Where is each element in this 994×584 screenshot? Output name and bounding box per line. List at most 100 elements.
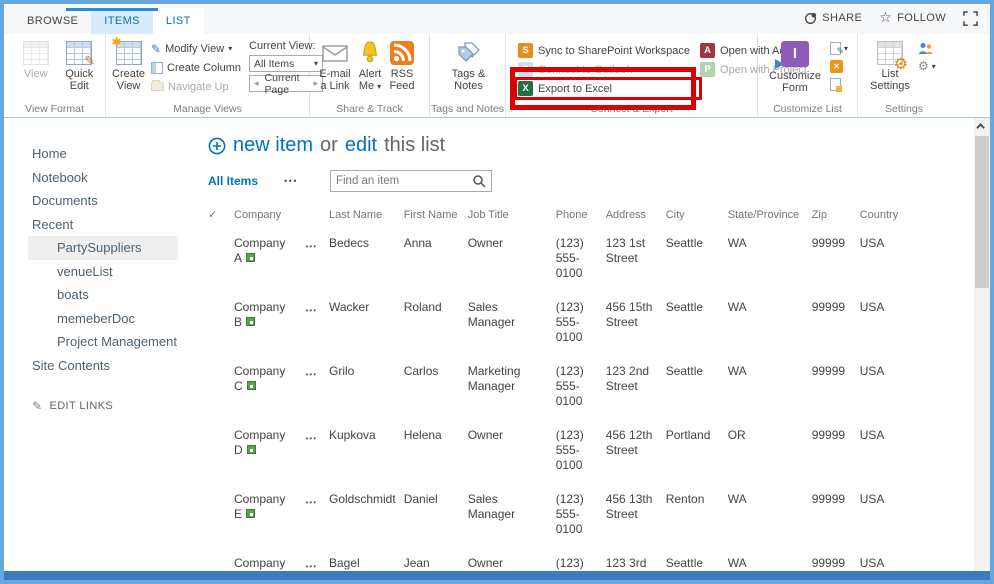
quick-edit-button[interactable]: ✎ Quick Edit [58,39,102,92]
tags-notes-button[interactable]: Tags & Notes [441,39,497,92]
scrollbar-thumb[interactable] [975,136,989,288]
connect-outlook-label: Connect to Outlook [538,64,632,76]
search-icon[interactable] [472,174,486,188]
create-column-icon [151,62,163,74]
first-name-cell: Daniel [404,487,468,551]
quick-edit-icon: ✎ [66,41,92,65]
column-header-first-name[interactable]: First Name [404,208,468,231]
edit-list-link[interactable]: edit [345,134,377,157]
column-header-state-province[interactable]: State/Province [728,208,812,231]
prev-page-icon[interactable]: ◂ [254,79,259,89]
ribbon-tab-row: BROWSE ITEMS LIST SHARE ☆ FOLLOW [4,4,990,34]
row-select-cell[interactable] [208,487,234,551]
row-select-cell[interactable] [208,423,234,487]
company-name[interactable]: Company B [234,300,296,330]
view-button[interactable]: View [14,39,58,80]
connect-outlook-button[interactable]: O Connect to Outlook [518,61,690,78]
city-cell: Seattle [666,359,728,423]
new-quick-step-button[interactable] [830,77,848,91]
group-settings: ⚙ List Settings ⚙ ▾ Settings [858,34,950,117]
search-input[interactable] [336,175,472,187]
select-all-checkmark[interactable]: ✓ [208,208,234,231]
sidebar-item-venuelist[interactable]: venueList [28,260,178,284]
list-settings-button[interactable]: ⚙ List Settings [866,39,914,92]
column-header-company[interactable]: Company [234,208,329,231]
list-settings-icon: ⚙ [877,41,903,65]
list-permissions-button[interactable] [918,41,936,55]
tab-items[interactable]: ITEMS [91,8,153,34]
item-menu-ellipsis[interactable]: ••• [306,431,317,446]
new-item-link[interactable]: new item [233,134,313,157]
pencil-icon: ✎ [32,399,42,413]
item-menu-ellipsis[interactable]: ••• [306,495,317,510]
sidebar-nav: HomeNotebookDocumentsRecentPartySupplier… [4,118,196,574]
sidebar-item-recent[interactable]: Recent [28,213,178,237]
edit-list-button[interactable]: ✕ [830,59,848,73]
tab-browse[interactable]: BROWSE [14,8,91,34]
sidebar-item-partysuppliers[interactable]: PartySuppliers [28,236,178,260]
new-item-badge [246,253,255,262]
company-name[interactable]: Company D [234,428,296,458]
sidebar-item-site-contents[interactable]: Site Contents [28,354,178,378]
share-button[interactable]: SHARE [804,12,862,25]
access-icon: A [700,43,715,58]
sidebar-item-home[interactable]: Home [28,142,178,166]
navigate-up-button[interactable]: Navigate Up [151,78,241,95]
alert-me-button[interactable]: Alert Me ▾ [354,39,386,93]
item-menu-ellipsis[interactable]: ••• [306,239,317,254]
create-column-button[interactable]: Create Column [151,59,241,76]
item-menu-ellipsis[interactable]: ••• [306,303,317,318]
item-menu-ellipsis[interactable]: ••• [306,367,317,382]
company-name[interactable]: Company C [234,364,296,394]
table-row: Company A•••BedecsAnnaOwner(123) 555-010… [208,231,916,295]
row-select-cell[interactable] [208,295,234,359]
envelope-icon [322,41,348,65]
column-header-phone[interactable]: Phone [556,208,606,231]
group-label-customize-list: Customize List [758,103,857,115]
sidebar-item-memeberdoc[interactable]: memeberDoc [28,307,178,331]
column-header-last-name[interactable]: Last Name [329,208,404,231]
email-link-button[interactable]: E-mail a Link [316,39,354,92]
sidebar-item-documents[interactable]: Documents [28,189,178,213]
rss-feed-button[interactable]: RSS Feed [386,39,418,92]
star-icon: ✱ [112,36,122,48]
sync-workspace-button[interactable]: S Sync to SharePoint Workspace [518,42,690,59]
modify-view-button[interactable]: ✎ Modify View ▾ [151,40,241,57]
create-view-button[interactable]: ✱ Create View [112,39,145,92]
current-view-value: All Items [254,58,314,70]
company-name[interactable]: Company A [234,236,296,266]
column-header-city[interactable]: City [666,208,728,231]
sidebar-item-project-management[interactable]: Project Management [28,330,178,354]
tab-list[interactable]: LIST [153,8,204,34]
connect-export-left-column: S Sync to SharePoint Workspace O Connect… [518,42,690,97]
create-view-icon: ✱ [116,41,142,65]
follow-button[interactable]: ☆ FOLLOW [879,10,946,26]
column-header-address[interactable]: Address [606,208,666,231]
export-to-excel-button[interactable]: X Export to Excel [518,80,690,97]
row-select-cell[interactable] [208,359,234,423]
column-header-zip[interactable]: Zip [812,208,860,231]
vertical-scrollbar[interactable] [974,118,990,574]
company-name[interactable]: Company E [234,492,296,522]
form-web-parts-button[interactable]: ✎ ▾ [830,41,848,55]
customize-form-button[interactable]: I Customize Form [768,39,822,94]
row-select-cell[interactable] [208,231,234,295]
view-label: View [24,68,48,80]
sidebar-item-notebook[interactable]: Notebook [28,166,178,190]
list-table-body: Company A•••BedecsAnnaOwner(123) 555-010… [208,231,916,584]
sidebar-item-boats[interactable]: boats [28,283,178,307]
first-name-cell: Carlos [404,359,468,423]
view-tab-all-items[interactable]: All Items [208,174,258,188]
column-header-job-title[interactable]: Job Title [468,208,556,231]
edit-links-button[interactable]: ✎EDIT LINKS [28,399,196,413]
column-header-country[interactable]: Country [860,208,916,231]
workflow-settings-button[interactable]: ⚙ ▾ [918,59,936,73]
view-more-ellipsis[interactable]: ••• [284,176,298,186]
last-name-cell: Kupkova [329,423,404,487]
new-item-badge [246,509,255,518]
plus-circle-icon[interactable] [208,137,226,155]
scrollbar-up-button[interactable] [974,118,990,134]
city-cell: Seattle [666,231,728,295]
focus-mode-icon[interactable] [963,11,978,26]
phone-cell: (123) 555-0100 [556,423,606,487]
